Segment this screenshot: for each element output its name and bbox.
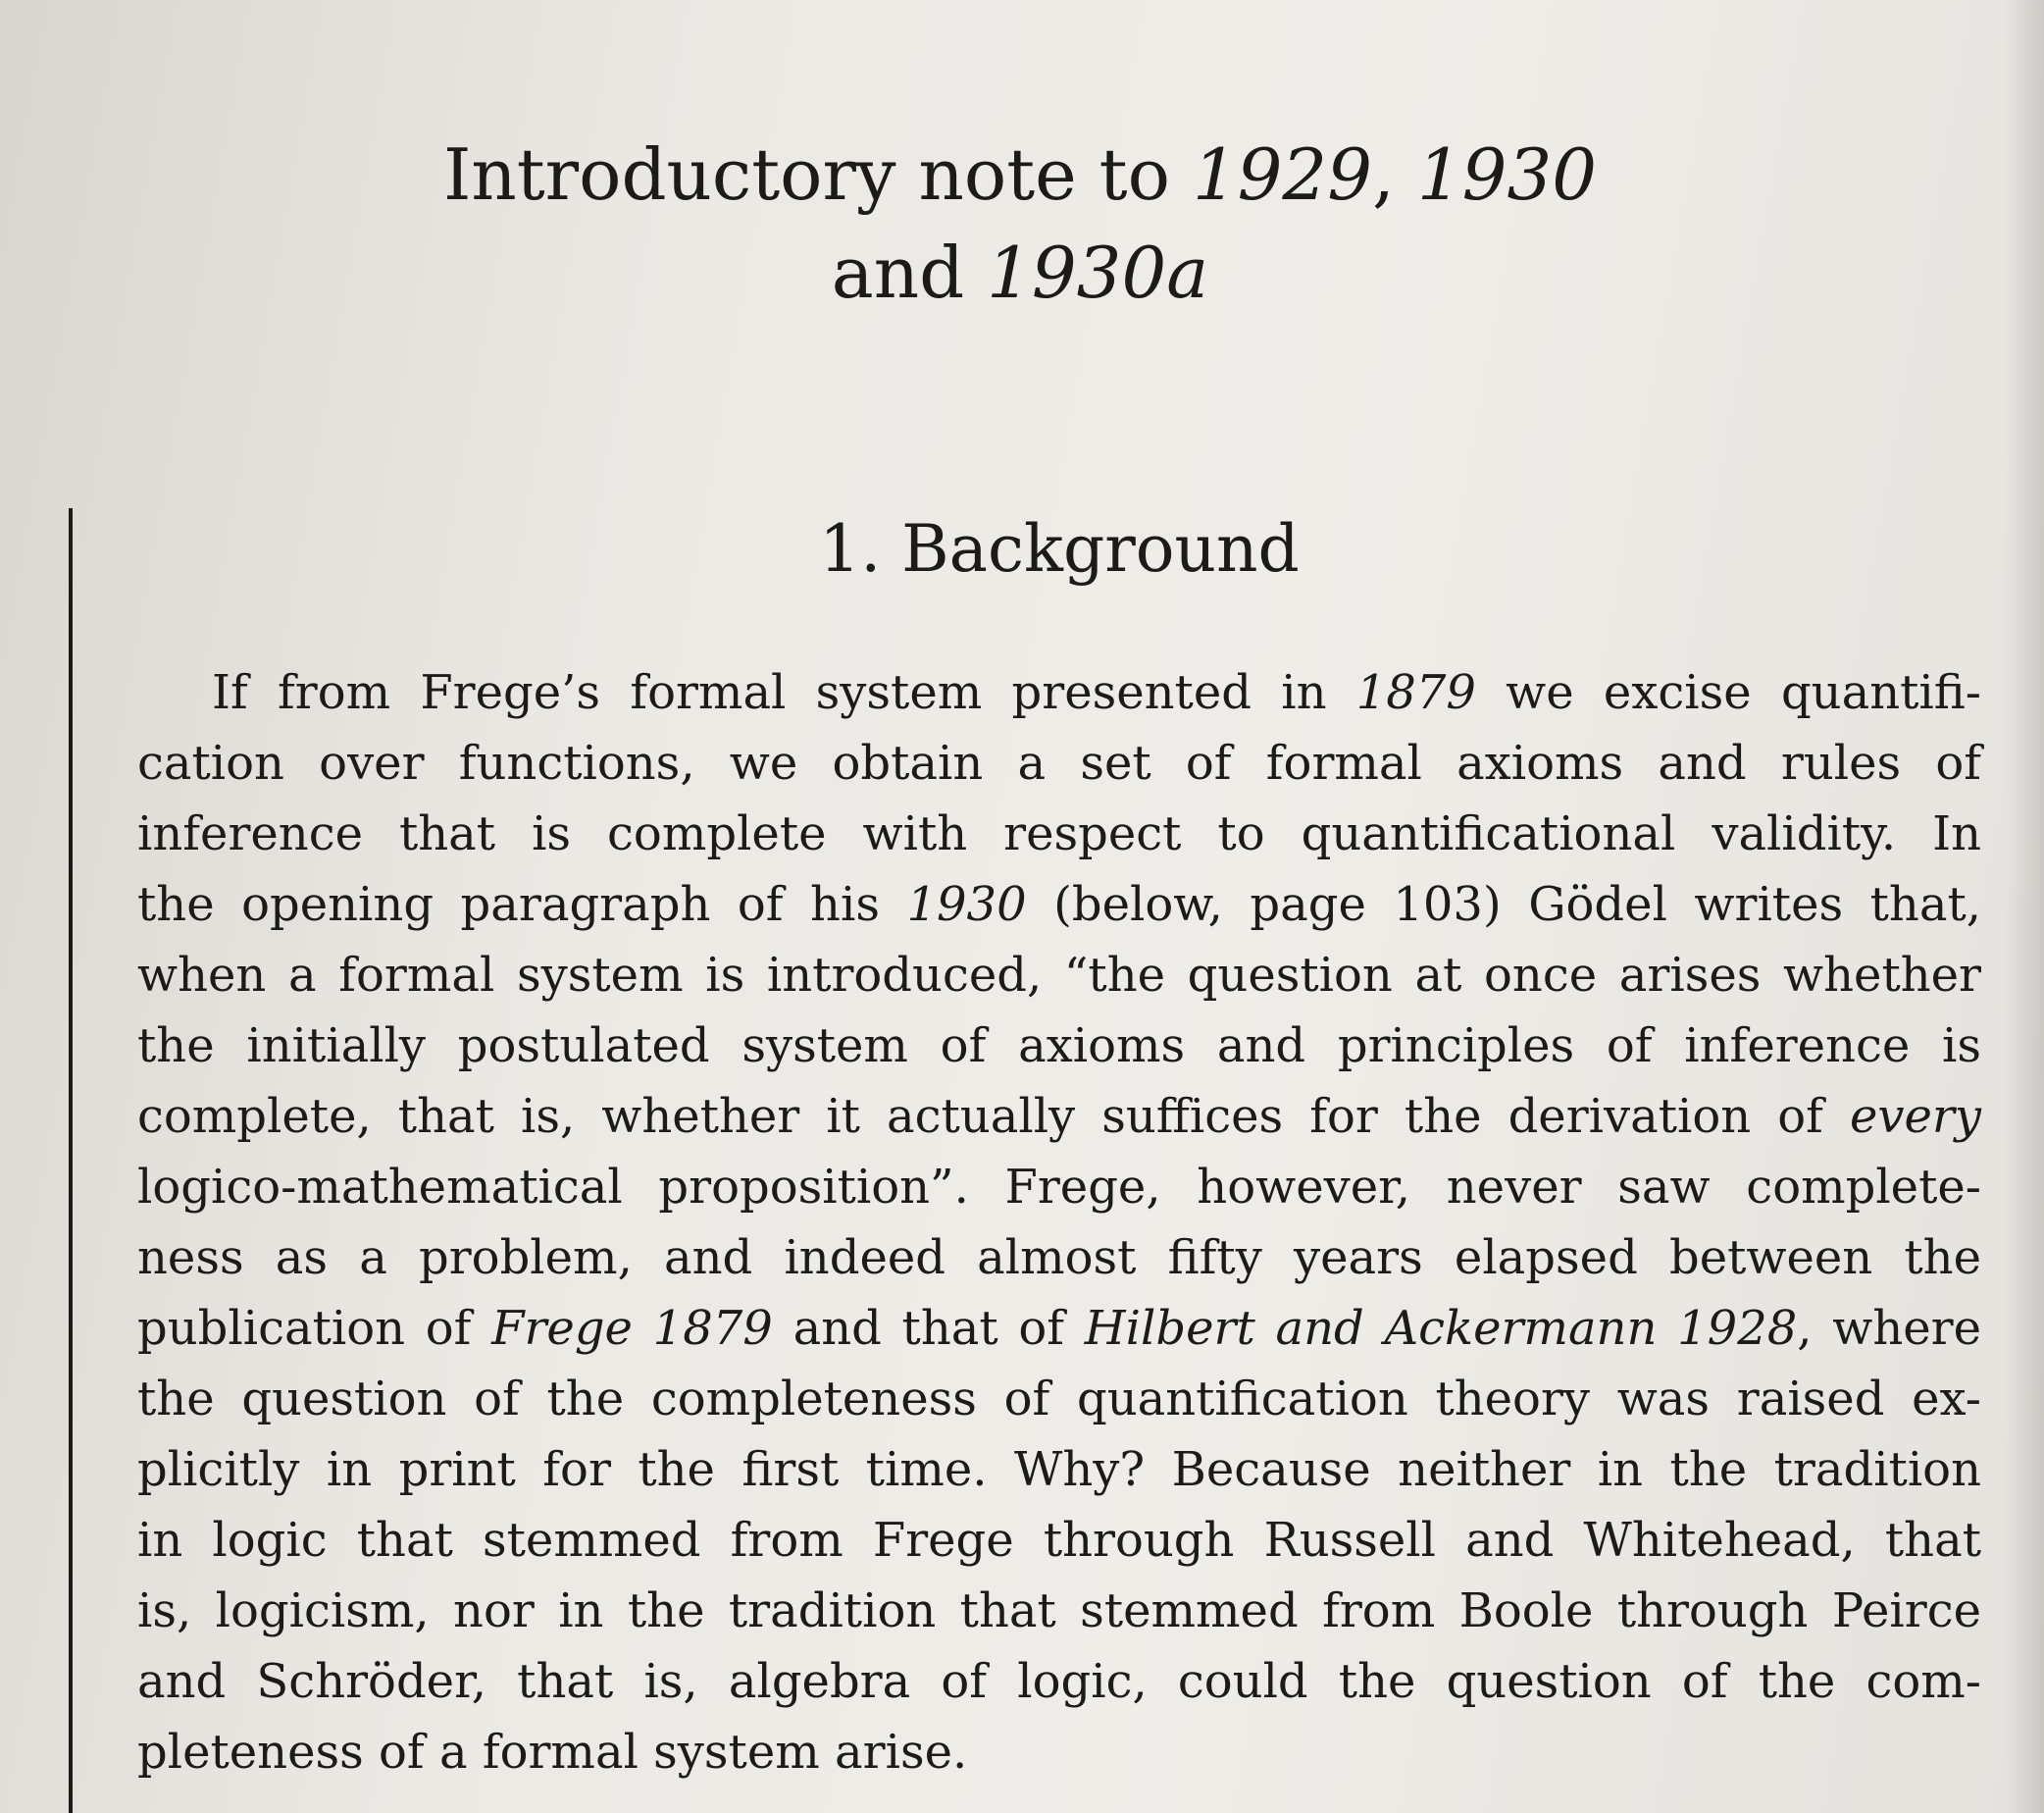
title-ref-1930: 1930 — [1416, 133, 1598, 216]
page-edge-shadow — [2005, 0, 2044, 1813]
citation: 1879 — [1355, 665, 1476, 720]
title-ref-1930a: 1930a — [987, 232, 1209, 314]
text-line: the initially postulated system of axiom… — [137, 1018, 1981, 1073]
text-line: pleteness of a formal system arise. — [137, 1725, 968, 1780]
text-line: the question of the completeness of quan… — [137, 1372, 1981, 1426]
body-paragraph: If from Frege’s formal system presented … — [137, 657, 1981, 1787]
text-line: publication of Frege 1879 and that of Hi… — [137, 1301, 1982, 1356]
emphasis: every — [1850, 1089, 1981, 1144]
text-line: in logic that stemmed from Frege through… — [137, 1513, 1981, 1568]
title-prefix: Introductory note to — [442, 133, 1193, 216]
title-ref-1929: 1929 — [1192, 133, 1373, 216]
book-page: Introductory note to 1929, 1930 and 1930… — [0, 0, 2044, 1813]
title-and: and — [831, 232, 988, 314]
text-line: ness as a problem, and indeed almost fif… — [137, 1230, 1981, 1285]
title-line-2: and 1930a — [333, 224, 1707, 322]
title-separator: , — [1372, 133, 1417, 216]
text-line: inference that is complete with respect … — [137, 806, 1981, 861]
citation: Frege 1879 — [491, 1301, 773, 1356]
citation: 1930 — [906, 877, 1027, 932]
text-line: logico-mathematical proposition”. Frege,… — [137, 1160, 1981, 1215]
text-line: the opening paragraph of his 1930 (below… — [137, 877, 1981, 932]
margin-rule — [69, 508, 73, 1813]
citation: Hilbert and Ackermann 1928 — [1084, 1301, 1798, 1356]
section-heading: 1. Background — [819, 511, 1300, 587]
text-line: If from Frege’s formal system presented … — [212, 665, 1981, 720]
title-line-1: Introductory note to 1929, 1930 — [333, 126, 1707, 224]
text-line: cation over functions, we obtain a set o… — [137, 736, 1981, 791]
text-line: when a formal system is introduced, “the… — [137, 948, 1981, 1003]
text-line: is, logicism, nor in the tradition that … — [137, 1583, 1981, 1638]
text-line: and Schröder, that is, algebra of logic,… — [137, 1654, 1981, 1709]
page-title: Introductory note to 1929, 1930 and 1930… — [333, 126, 1707, 322]
text-line: plicitly in print for the first time. Wh… — [137, 1442, 1981, 1497]
text-line: complete, that is, whether it actually s… — [137, 1089, 1981, 1144]
